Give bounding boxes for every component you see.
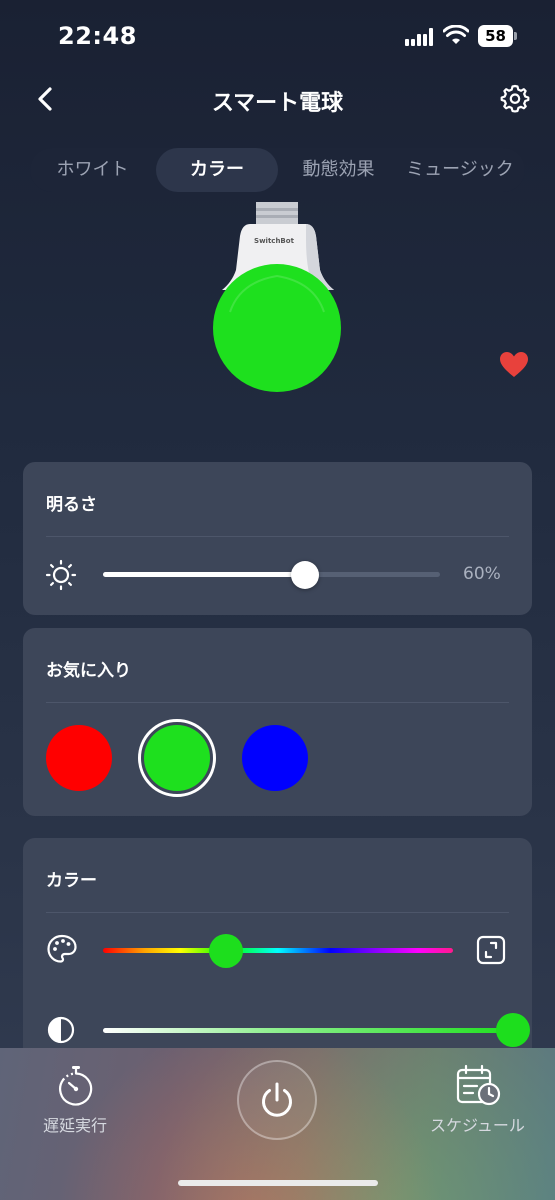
palette-icon[interactable] <box>46 933 78 965</box>
brightness-slider-track[interactable] <box>103 572 440 577</box>
nav-bar: スマート電球 <box>0 75 555 123</box>
hue-slider-knob[interactable] <box>208 934 243 968</box>
favorite-swatch-blue[interactable] <box>242 725 308 791</box>
gear-icon[interactable] <box>500 83 530 113</box>
bulb-brand-text: SwitchBot <box>254 237 295 245</box>
schedule-calendar-icon[interactable] <box>455 1063 501 1107</box>
wifi-icon <box>443 25 469 44</box>
tab-color[interactable]: カラー <box>156 148 278 192</box>
saturation-slider-knob[interactable] <box>496 1013 530 1047</box>
brightness-card: 明るさ 60% <box>23 462 532 615</box>
battery-indicator: 58 <box>478 25 518 47</box>
color-picker-expand-icon[interactable] <box>475 934 507 966</box>
divider <box>46 536 509 537</box>
brightness-value: 60% <box>463 564 501 584</box>
favorites-title: お気に入り <box>46 661 131 681</box>
timer-icon[interactable] <box>55 1065 97 1107</box>
tab-white[interactable]: ホワイト <box>35 148 150 192</box>
bulb-preview-image: SwitchBot <box>213 202 341 392</box>
saturation-slider-track[interactable] <box>103 1028 513 1033</box>
color-title: カラー <box>46 871 97 891</box>
battery-level: 58 <box>478 25 513 47</box>
timer-label[interactable]: 遅延実行 <box>20 1112 130 1136</box>
sun-icon <box>45 559 77 591</box>
favorite-swatch-green[interactable] <box>144 725 210 791</box>
bulb-glow <box>213 264 341 392</box>
status-bar: 22:48 58 <box>0 0 555 70</box>
color-card: カラー <box>23 838 532 1068</box>
bottom-toolbar: 遅延実行 スケジュール <box>0 1048 555 1200</box>
mode-tabs: ホワイト カラー 動態効果 ミュージック <box>30 148 525 192</box>
brightness-slider-knob[interactable] <box>291 561 320 589</box>
power-button[interactable] <box>237 1060 317 1140</box>
status-time: 22:48 <box>58 22 137 50</box>
page-title: スマート電球 <box>211 91 344 116</box>
favorites-card: お気に入り <box>23 628 532 816</box>
brightness-slider-fill <box>103 572 306 577</box>
power-icon <box>262 1082 292 1117</box>
divider <box>46 702 509 703</box>
hue-slider-track[interactable] <box>103 948 453 953</box>
schedule-label[interactable]: スケジュール <box>420 1112 535 1136</box>
home-indicator[interactable] <box>178 1180 378 1186</box>
cellular-signal-icon <box>405 28 433 46</box>
tab-music[interactable]: ミュージック <box>399 148 521 192</box>
saturation-icon <box>47 1016 75 1044</box>
tab-dynamic-effects[interactable]: 動態効果 <box>286 148 391 192</box>
heart-icon[interactable] <box>500 352 528 378</box>
brightness-title: 明るさ <box>46 495 97 515</box>
divider <box>46 912 509 913</box>
favorite-swatch-red[interactable] <box>46 725 112 791</box>
